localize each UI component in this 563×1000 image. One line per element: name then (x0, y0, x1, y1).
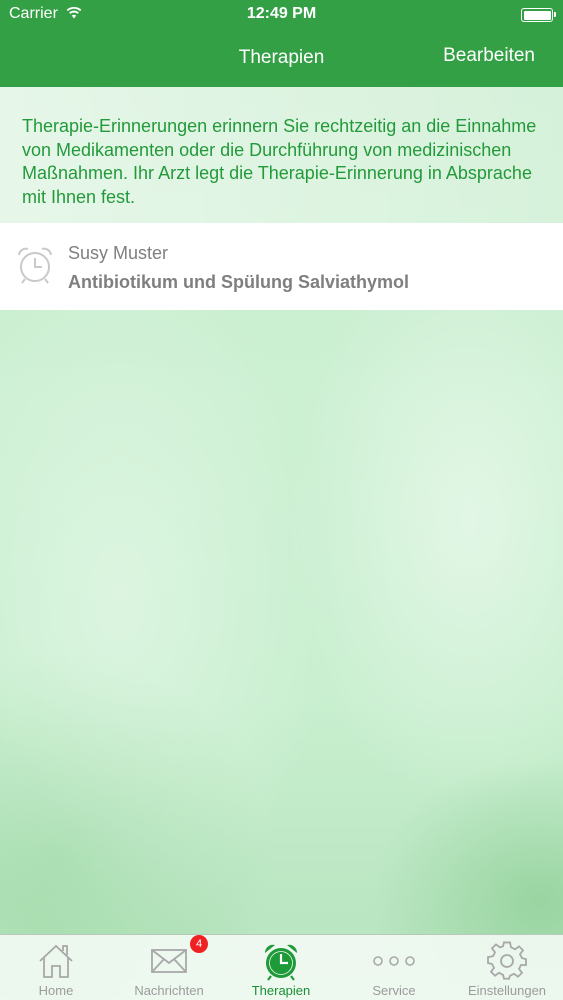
navigation-bar: Carrier 12:49 PM Therapien Bearbeiten (0, 0, 563, 87)
status-time: 12:49 PM (246, 5, 317, 22)
tab-label: Service (372, 983, 416, 998)
tab-service[interactable]: Service (338, 935, 450, 1000)
alarm-clock-icon (18, 247, 52, 284)
tab-einstellungen[interactable]: Einstellungen (451, 935, 563, 1000)
unread-badge: 4 (190, 935, 208, 953)
edit-button[interactable]: Bearbeiten (443, 45, 535, 67)
envelope-icon (151, 949, 187, 973)
tab-label: Nachrichten (134, 983, 204, 998)
tab-home[interactable]: Home (0, 935, 112, 1000)
info-panel: Therapie-Erinnerungen erinnern Sie recht… (0, 87, 563, 223)
home-icon (39, 944, 73, 978)
info-text: Therapie-Erinnerungen erinnern Sie recht… (22, 116, 537, 207)
alarm-clock-icon (264, 944, 298, 981)
status-bar: Carrier 12:49 PM (0, 0, 563, 30)
tab-bar: Home Nachrichten Therapien Service Einst… (0, 934, 563, 1000)
gear-icon (487, 941, 527, 980)
tab-label: Therapien (251, 983, 311, 998)
tab-label: Home (38, 983, 74, 998)
tab-nachrichten[interactable]: Nachrichten (113, 935, 225, 1000)
patient-name: Susy Muster (68, 243, 169, 263)
battery-icon (521, 8, 556, 22)
tab-therapien[interactable]: Therapien (225, 935, 337, 1000)
therapy-name: Antibiotikum und Spülung Salviathymol (68, 272, 409, 292)
reminder-row[interactable]: Susy Muster Antibiotikum und Spülung Sal… (0, 223, 563, 310)
more-dots-icon (373, 956, 415, 966)
tab-label: Einstellungen (467, 983, 547, 998)
